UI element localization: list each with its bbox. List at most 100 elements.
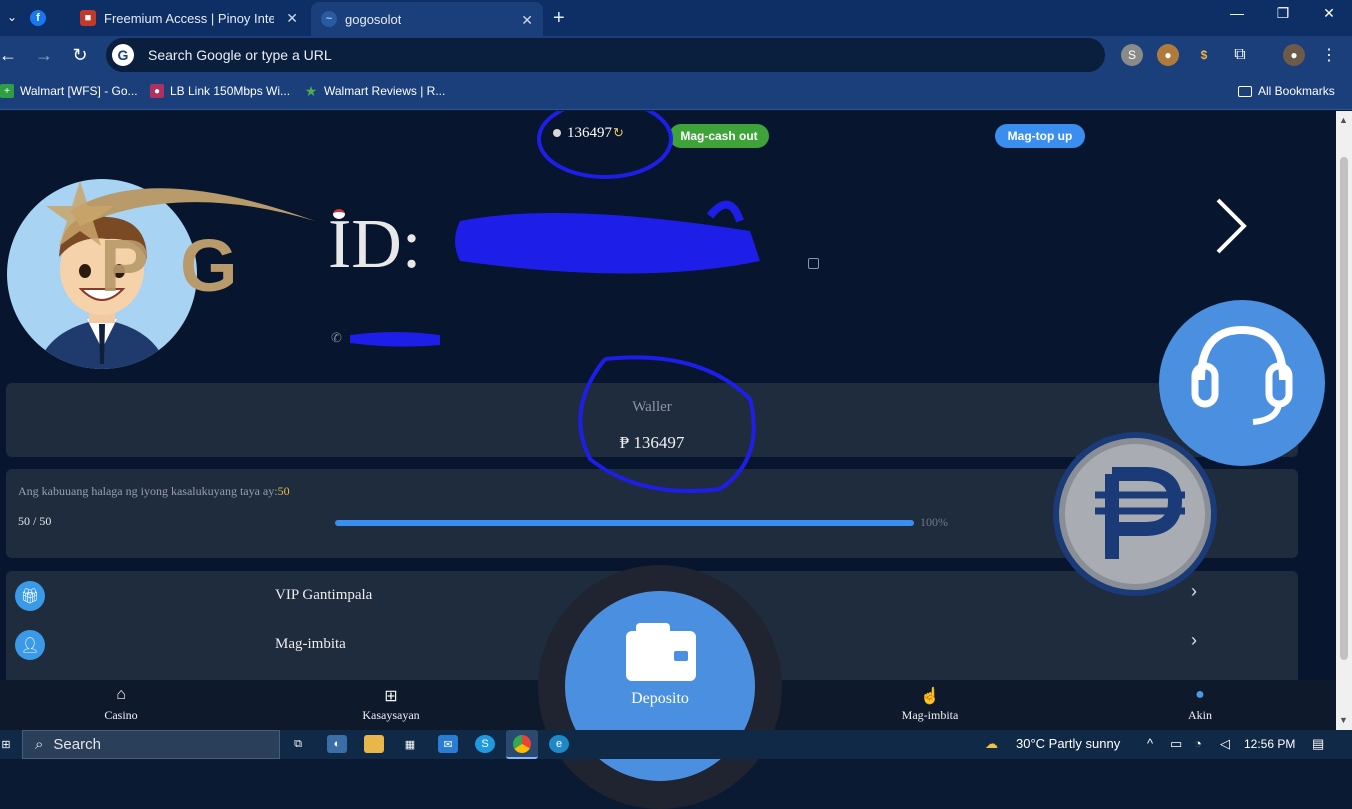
copy-icon[interactable]: [808, 258, 819, 269]
nav-casino[interactable]: ⌂ Casino: [71, 686, 171, 723]
bookmark-walmart-reviews[interactable]: ★ Walmart Reviews | R...: [304, 82, 446, 99]
tab-label: gogosolot: [345, 11, 402, 27]
volume-icon[interactable]: ◁: [1220, 736, 1230, 752]
nav-history[interactable]: ⊞ Kasaysayan: [341, 686, 441, 723]
close-tab-icon[interactable]: ✕: [521, 12, 533, 29]
wifi-icon[interactable]: ◔: [1194, 736, 1202, 751]
weather-text[interactable]: 30°C Partly sunny: [1016, 736, 1120, 751]
menu-dots-icon[interactable]: ⋮: [1318, 44, 1340, 66]
gift-box-icon: ⊞: [384, 688, 398, 705]
nav-label: Mag-imbita: [901, 708, 959, 722]
chevron-right-icon: ›: [1191, 630, 1197, 650]
bet-description: Ang kabuuang halaga ng iyong kasalukuyan…: [18, 484, 278, 498]
mail-icon[interactable]: ✉: [438, 735, 458, 753]
tab-label: Freemium Access | Pinoy Intern: [104, 10, 274, 26]
network-icon[interactable]: ▭: [1170, 736, 1182, 752]
chrome-icon[interactable]: [506, 730, 538, 759]
tab-freemium[interactable]: ■ Freemium Access | Pinoy Intern ✕: [72, 0, 308, 36]
wallet-label: Waller: [632, 399, 672, 415]
svg-text:P: P: [100, 224, 149, 301]
nav-invite[interactable]: ☝ Mag-imbita: [880, 686, 980, 723]
add-user-icon: 👤︎: [15, 630, 45, 660]
id-redaction-scribble: [455, 200, 760, 274]
bet-percent: 100%: [920, 515, 948, 529]
bookmark-walmart-wfs[interactable]: + Walmart [WFS] - Go...: [0, 84, 138, 98]
home-icon: ⌂: [116, 686, 126, 703]
taskbar-search[interactable]: ⌕ Search: [22, 730, 280, 759]
extension-dollar-icon[interactable]: $: [1193, 44, 1215, 66]
phone-icon: ✆: [331, 330, 342, 345]
store-icon[interactable]: ▦: [400, 735, 420, 753]
extension-s-icon[interactable]: S: [1121, 44, 1143, 66]
nav-mine[interactable]: ● Akin: [1150, 686, 1250, 723]
app-icon[interactable]: ◐: [327, 735, 347, 753]
site-icon: ~: [321, 11, 337, 27]
menu-item-label: Mag-imbita: [275, 636, 346, 652]
back-icon[interactable]: ←: [0, 44, 20, 68]
tray-chevron-icon[interactable]: ^: [1147, 736, 1153, 751]
chevron-right-icon[interactable]: [1210, 196, 1250, 256]
extensions-puzzle-icon[interactable]: ⧉: [1229, 44, 1251, 66]
profile-avatar[interactable]: ●: [1283, 44, 1305, 66]
bookmark-label: Walmart Reviews | R...: [324, 84, 446, 98]
search-label: Search: [53, 736, 101, 753]
topup-button[interactable]: Mag-top up: [995, 124, 1085, 148]
file-explorer-icon[interactable]: [364, 735, 384, 753]
hand-pointer-icon: ☝: [920, 688, 940, 705]
bet-progress-track: [335, 520, 914, 526]
tab-facebook[interactable]: f: [30, 0, 64, 36]
close-tab-icon[interactable]: ✕: [286, 10, 298, 27]
skype-icon[interactable]: S: [475, 735, 495, 753]
start-icon[interactable]: ⊞: [0, 735, 12, 753]
new-tab-label: +: [553, 6, 565, 29]
forward-icon[interactable]: →: [32, 44, 56, 68]
scroll-thumb[interactable]: [1340, 157, 1348, 660]
star-icon: ★: [304, 82, 318, 99]
tab-gogosolot[interactable]: ~ gogosolot ✕: [311, 2, 543, 36]
nav-label: Kasaysayan: [362, 708, 420, 722]
restore-icon[interactable]: ❐: [1260, 2, 1306, 26]
refresh-icon[interactable]: ↻: [613, 125, 624, 141]
address-bar[interactable]: G Search Google or type a URL: [106, 38, 1105, 72]
lblink-icon: ●: [150, 84, 164, 98]
all-bookmarks-label: All Bookmarks: [1258, 84, 1335, 98]
wallet-icon: [626, 623, 696, 681]
deposit-label: Deposito: [631, 690, 689, 707]
bet-progress-fill: [335, 520, 914, 526]
close-window-icon[interactable]: ✕: [1306, 2, 1352, 26]
plus-icon: +: [0, 84, 14, 98]
address-toolbar: ← → ↻ G Search Google or type a URL S ● …: [0, 36, 1352, 76]
folder-icon: [1238, 85, 1252, 97]
scroll-up-icon[interactable]: ▲: [1339, 115, 1348, 125]
clock[interactable]: 12:56 PM: [1244, 737, 1295, 751]
cookie-icon[interactable]: ●: [1157, 44, 1179, 66]
facebook-icon: f: [30, 10, 46, 26]
nav-label: Akin: [1188, 708, 1212, 722]
nav-label: Casino: [104, 708, 138, 722]
user-id-label: ID:: [328, 206, 422, 283]
bet-value: 50: [277, 484, 290, 498]
bookmark-label: Walmart [WFS] - Go...: [20, 84, 138, 98]
address-placeholder: Search Google or type a URL: [148, 47, 332, 63]
new-tab-button[interactable]: +: [553, 0, 573, 36]
task-view-icon[interactable]: ⧉: [288, 735, 308, 753]
coin-balance-value: 136497: [567, 124, 612, 141]
notifications-icon[interactable]: ▤: [1312, 736, 1324, 752]
scroll-down-icon[interactable]: ▼: [1339, 715, 1348, 725]
bookmark-label: LB Link 150Mbps Wi...: [170, 84, 291, 98]
google-icon: G: [112, 44, 134, 66]
reload-icon[interactable]: ↻: [68, 44, 92, 68]
minimize-icon[interactable]: —: [1214, 2, 1260, 26]
peso-coin-button[interactable]: [1050, 429, 1220, 599]
all-bookmarks[interactable]: All Bookmarks: [1238, 84, 1335, 98]
pg-logo: P G: [46, 181, 315, 301]
menu-item-label: VIP Gantimpala: [275, 587, 373, 603]
bet-text: Ang kabuuang halaga ng iyong kasalukuyan…: [18, 484, 290, 499]
page-scrollbar[interactable]: ▲ ▼: [1336, 111, 1352, 730]
edge-icon[interactable]: e: [549, 735, 569, 753]
bookmark-lblink[interactable]: ● LB Link 150Mbps Wi...: [150, 84, 290, 98]
taskbar: ⊞ ⌕ Search ⧉ ◐ ▦ ✉ S e ☁ 30°C Partly sun…: [0, 730, 1352, 759]
tab-list-chevron-icon[interactable]: ⌄: [0, 6, 24, 30]
coin-balance: 136497 ↻: [553, 123, 624, 143]
cashout-button[interactable]: Mag-cash out: [669, 124, 769, 148]
